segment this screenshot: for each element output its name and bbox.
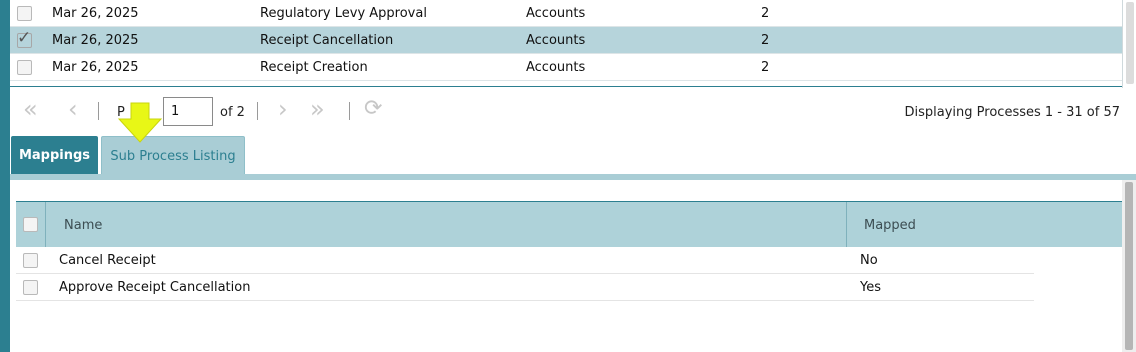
row-sub-process-name: Cancel Receipt — [59, 253, 156, 268]
scrollbar-thumb[interactable] — [1126, 2, 1134, 84]
yellow-arrow-down-icon — [117, 102, 163, 143]
toolbar-separator — [257, 102, 258, 120]
row-count: 2 — [761, 6, 770, 21]
select-all-checkbox[interactable] — [23, 217, 38, 232]
row-count: 2 — [761, 60, 770, 75]
table-row[interactable]: ✓ Mar 26, 2025 Receipt Cancellation Acco… — [10, 27, 1122, 54]
displaying-count: Displaying Processes 1 - 31 of 57 — [904, 105, 1120, 120]
row-checkbox[interactable] — [23, 253, 38, 268]
row-count: 2 — [761, 33, 770, 48]
row-department: Accounts — [526, 60, 586, 75]
double-chevron-right-icon[interactable]: » — [310, 95, 325, 123]
page-number-input[interactable] — [163, 97, 213, 126]
row-process-name: Regulatory Levy Approval — [260, 6, 427, 21]
tab-mappings[interactable]: Mappings — [11, 136, 98, 174]
row-checkbox[interactable] — [23, 280, 38, 295]
pagination-toolbar: « ‹ P of 2 › » ⟳ Displaying Processes 1 … — [10, 86, 1122, 134]
column-header-mapped[interactable]: Mapped — [864, 218, 916, 233]
process-list: Mar 26, 2025 Regulatory Levy Approval Ac… — [10, 0, 1122, 81]
row-mapped-value: Yes — [860, 280, 881, 295]
refresh-icon[interactable]: ⟳ — [364, 96, 382, 121]
table-row[interactable]: Mar 26, 2025 Receipt Creation Accounts 2 — [10, 54, 1122, 81]
row-checkbox[interactable] — [17, 60, 32, 75]
list-scrollbar[interactable] — [1122, 0, 1136, 88]
row-mapped-value: No — [860, 253, 878, 268]
row-checkbox[interactable]: ✓ — [17, 28, 32, 48]
checkmark-icon: ✓ — [17, 28, 32, 48]
row-date: Mar 26, 2025 — [52, 60, 139, 75]
table-row[interactable]: Cancel Receipt No — [16, 247, 1034, 274]
double-chevron-left-icon[interactable]: « — [23, 95, 38, 123]
chevron-right-icon[interactable]: › — [278, 95, 288, 123]
app-window: Mar 26, 2025 Regulatory Levy Approval Ac… — [0, 0, 1136, 352]
row-department: Accounts — [526, 6, 586, 21]
row-sub-process-name: Approve Receipt Cancellation — [59, 280, 251, 295]
column-divider — [846, 202, 847, 247]
row-department: Accounts — [526, 33, 586, 48]
left-edge-bar — [0, 0, 10, 352]
row-process-name: Receipt Cancellation — [260, 33, 394, 48]
chevron-left-icon[interactable]: ‹ — [68, 95, 78, 123]
select-all-cell — [16, 202, 46, 247]
table-row[interactable]: Approve Receipt Cancellation Yes — [16, 274, 1034, 301]
toolbar-separator — [349, 102, 350, 120]
row-date: Mar 26, 2025 — [52, 6, 139, 21]
page-count-text: of 2 — [220, 105, 245, 120]
scrollbar-thumb[interactable] — [1125, 182, 1133, 350]
page-scrollbar[interactable] — [1122, 180, 1136, 352]
table-row[interactable]: Mar 26, 2025 Regulatory Levy Approval Ac… — [10, 0, 1122, 27]
row-date: Mar 26, 2025 — [52, 33, 139, 48]
row-checkbox[interactable] — [17, 6, 32, 21]
tab-bar: Mappings Sub Process Listing — [10, 134, 1136, 180]
grid-header: Name Mapped — [16, 201, 1122, 247]
sub-process-grid: Name Mapped Cancel Receipt No Approve Re… — [16, 201, 1122, 301]
column-header-name[interactable]: Name — [64, 218, 102, 233]
row-process-name: Receipt Creation — [260, 60, 368, 75]
toolbar-separator — [98, 102, 99, 120]
tab-strip — [10, 174, 1136, 180]
